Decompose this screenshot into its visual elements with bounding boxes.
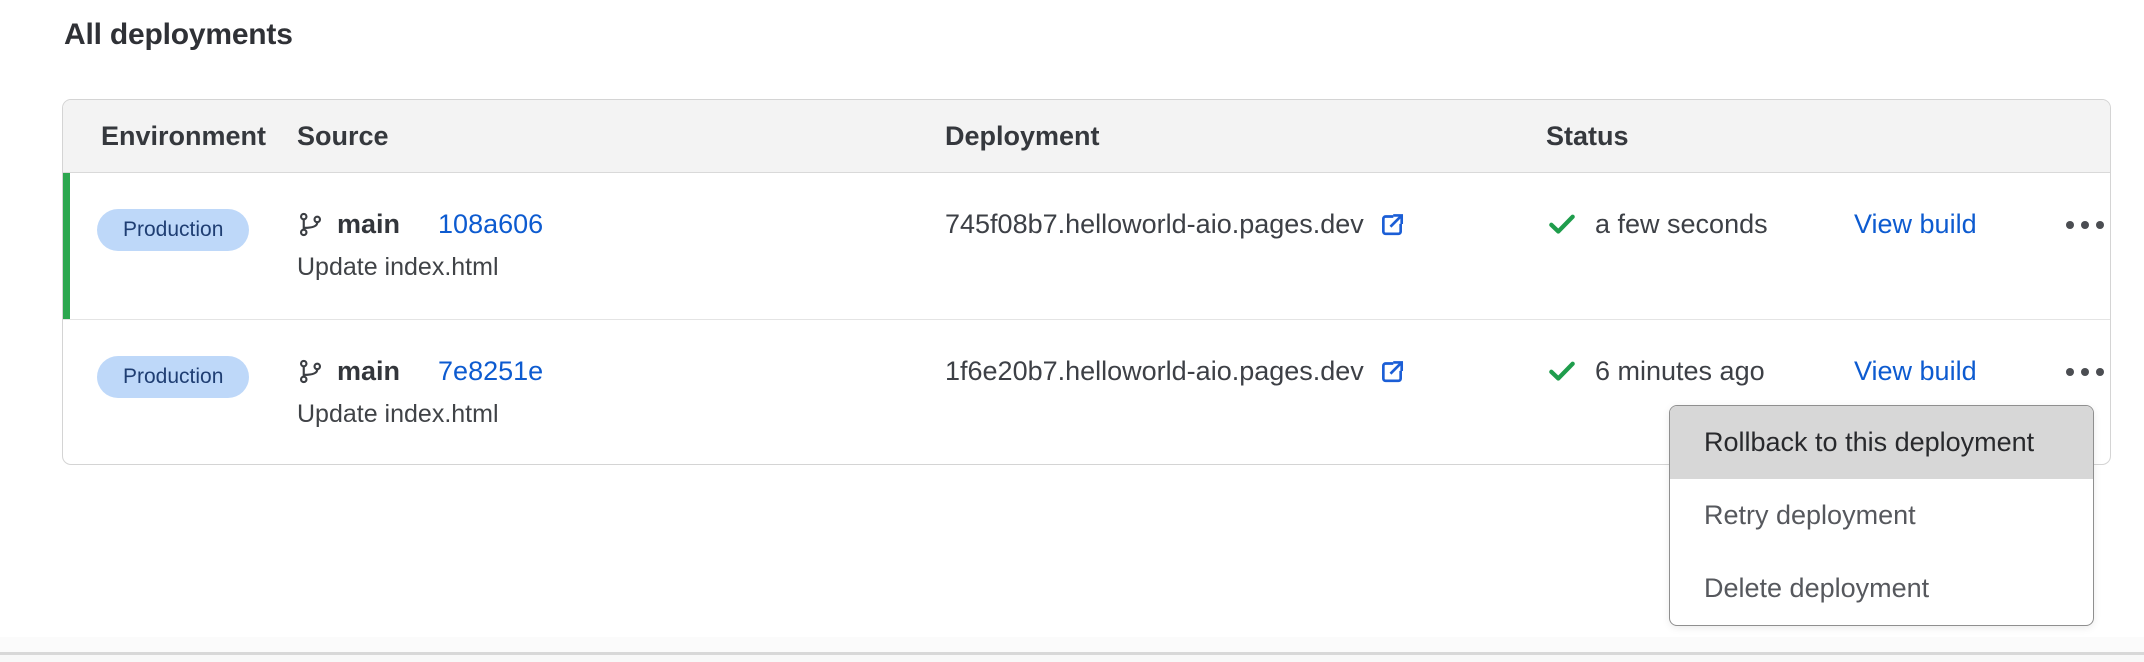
row-actions-cell [2048,320,2108,381]
commit-message: Update index.html [297,253,945,282]
view-build-cell: View build [1854,320,2048,387]
branch-name: main [337,209,400,240]
overflow-menu-button[interactable] [2062,217,2108,233]
status-cell: 6 minutes ago [1546,353,1854,389]
deployment-cell: 745f08b7.helloworld-aio.pages.dev [945,207,1546,241]
deployment-url: 1f6e20b7.helloworld-aio.pages.dev [945,356,1364,387]
column-header-environment: Environment [101,121,297,152]
row-actions-cell [2048,173,2108,234]
view-build-link[interactable]: View build [1854,356,1977,386]
column-header-source: Source [297,121,945,152]
deployment-context-menu: Rollback to this deployment Retry deploy… [1669,405,2094,626]
menu-item-rollback[interactable]: Rollback to this deployment [1670,406,2093,479]
commit-link[interactable]: 7e8251e [438,356,543,387]
menu-item-delete[interactable]: Delete deployment [1670,552,2093,625]
table-row: Production main 108a606 [63,173,2110,319]
environment-cell: Production [101,173,297,251]
view-build-link[interactable]: View build [1854,209,1977,239]
column-header-deployment: Deployment [945,121,1546,152]
external-link-icon[interactable] [1377,209,1407,239]
success-check-icon [1546,208,1578,240]
environment-badge: Production [97,356,249,398]
deployments-page: All deployments Environment Source Deplo… [0,0,2144,662]
table-header-row: Environment Source Deployment Status [63,100,2110,173]
page-title: All deployments [64,18,293,52]
footer-band [0,637,2144,652]
footer-below-divider [0,655,2144,662]
status-cell: a few seconds [1546,206,1854,242]
status-text: 6 minutes ago [1595,356,1765,387]
external-link-icon[interactable] [1377,356,1407,386]
deployment-url: 745f08b7.helloworld-aio.pages.dev [945,209,1364,240]
column-header-status: Status [1546,121,1854,152]
view-build-cell: View build [1854,173,2048,240]
menu-item-retry[interactable]: Retry deployment [1670,479,2093,552]
source-cell: main 7e8251e Update index.html [297,320,945,429]
branch-name: main [337,356,400,387]
environment-cell: Production [101,320,297,398]
git-branch-icon [297,358,324,385]
commit-link[interactable]: 108a606 [438,209,543,240]
overflow-menu-button[interactable] [2062,364,2108,380]
deployment-cell: 1f6e20b7.helloworld-aio.pages.dev [945,354,1546,388]
environment-badge: Production [97,209,249,251]
git-branch-icon [297,211,324,238]
status-text: a few seconds [1595,209,1768,240]
commit-message: Update index.html [297,400,945,429]
success-check-icon [1546,355,1578,387]
source-cell: main 108a606 Update index.html [297,173,945,282]
